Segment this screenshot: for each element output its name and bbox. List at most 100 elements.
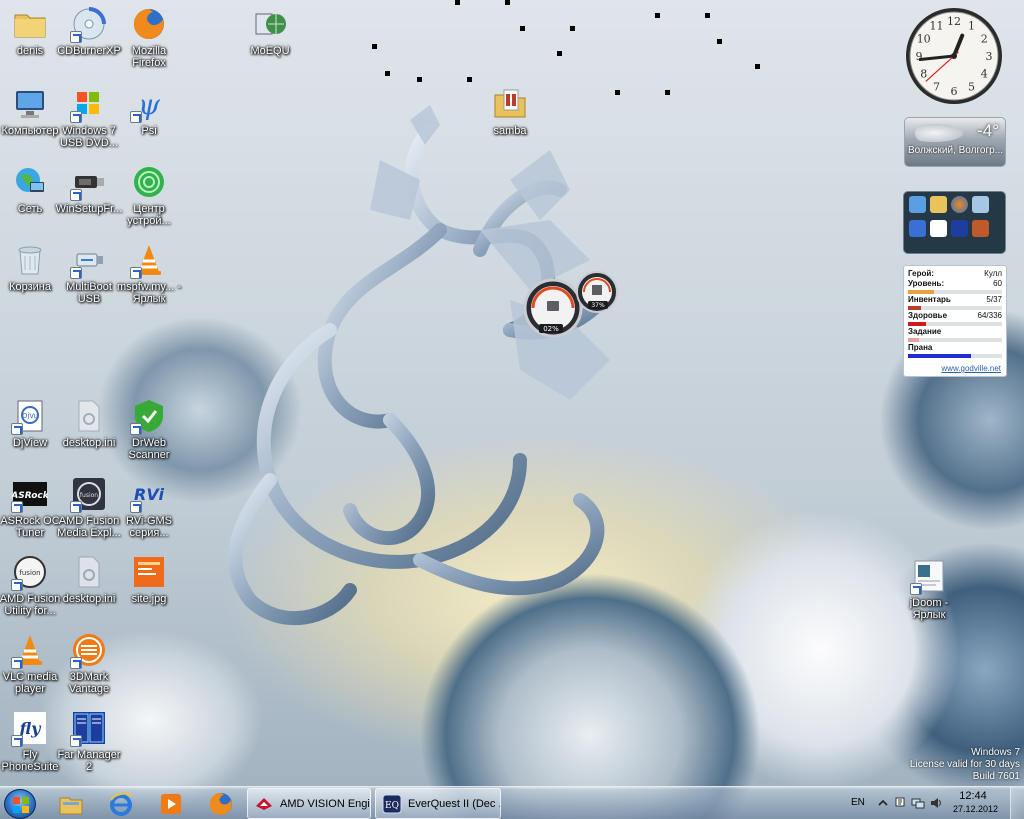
- inventory-label: Инвентарь: [908, 295, 951, 304]
- artifact-dot: [455, 0, 460, 5]
- artifact-dot: [505, 0, 510, 5]
- desktop-icon-jdoom[interactable]: jDoom - Ярлык: [893, 558, 965, 632]
- language-indicator[interactable]: EN: [851, 797, 865, 808]
- weather-gadget[interactable]: -4° Волжский, Волгогр...: [904, 117, 1006, 167]
- artifact-dot: [557, 51, 562, 56]
- taskbar-task-amd-vision[interactable]: AMD VISION Engi...: [247, 788, 371, 819]
- djview-icon: DjVu: [11, 398, 48, 435]
- show-hidden-icons-icon[interactable]: [876, 796, 890, 810]
- prana-label: Прана: [908, 343, 933, 352]
- amd-vision-icon: [256, 797, 272, 810]
- media-player-icon: [161, 793, 181, 814]
- launcher-app-icon[interactable]: [972, 220, 989, 237]
- cpu-meter-gadget[interactable]: 02% 37%: [520, 268, 620, 338]
- cpu-icon: [547, 301, 559, 311]
- moequ-icon: [252, 6, 288, 42]
- clock-numeral: 2: [981, 33, 988, 46]
- samba-folder-icon: [492, 86, 528, 122]
- desktop-icon-label: samba: [493, 125, 527, 137]
- desktop-icon-label: Psi: [141, 125, 157, 137]
- taskbar-task-everquest[interactable]: EQ EverQuest II (Dec ...: [375, 788, 501, 819]
- vlc-shortcut-icon: [130, 242, 167, 279]
- cpu-usage-value: 02%: [543, 325, 559, 333]
- launcher-doc-icon[interactable]: [930, 220, 947, 237]
- firefox-icon: [131, 6, 167, 42]
- taskbar-explorer-button[interactable]: [46, 788, 96, 819]
- artifact-dot: [665, 90, 670, 95]
- clock-numeral: 7: [933, 80, 940, 93]
- desktop-icon-label: jDoom - Ярлык: [909, 597, 949, 621]
- level-bar: [908, 290, 1002, 294]
- watermark-license: License valid for 30 days: [909, 759, 1020, 770]
- action-center-icon[interactable]: [893, 796, 907, 810]
- start-button[interactable]: [4, 789, 36, 819]
- cdburner-icon: [70, 6, 107, 43]
- taskbar-firefox-button[interactable]: [196, 788, 246, 819]
- everquest-icon: EQ: [382, 794, 402, 813]
- taskbar-ie-button[interactable]: [96, 788, 146, 819]
- clock-numeral: 9: [916, 50, 923, 63]
- desktop-icon-label: DrWeb Scanner: [128, 437, 170, 461]
- artifact-dot: [755, 64, 760, 69]
- artifact-dot: [385, 71, 390, 76]
- level-label: Уровень:: [908, 279, 945, 288]
- quest-row: Задание: [908, 327, 1002, 337]
- desktop-icon-device-center[interactable]: Центр устрой...: [113, 164, 185, 238]
- desktop-icon-samba[interactable]: samba: [474, 86, 546, 160]
- launcher-computer-icon[interactable]: [909, 196, 926, 213]
- ie-icon: [110, 792, 133, 816]
- desktop-icon-far-manager[interactable]: Far Manager 2: [53, 710, 125, 784]
- asrock-icon: ASRock: [11, 476, 48, 513]
- launcher-folder-icon[interactable]: [930, 196, 947, 213]
- system-clock[interactable]: 12:44 27.12.2012: [953, 790, 999, 816]
- inventory-row: Инвентарь 5/37: [908, 295, 1002, 305]
- launcher-psi-icon[interactable]: [909, 220, 926, 237]
- image-file-icon: [131, 554, 167, 590]
- desktop-icon-label: mspfw.my... - Ярлык: [117, 281, 181, 305]
- godville-link[interactable]: www.godville.net: [941, 364, 1001, 373]
- godville-gadget[interactable]: Герой: Кулл Уровень: 60 Инвентарь 5/37 Здор…: [903, 265, 1007, 377]
- desktop-icon-vlc-shortcut[interactable]: mspfw.my... - Ярлык: [113, 242, 185, 316]
- fly-phonesuite-icon: fly: [11, 710, 48, 747]
- ini-file-icon: [71, 554, 107, 590]
- volume-icon[interactable]: [929, 796, 943, 810]
- jdoom-icon: [910, 558, 947, 595]
- app-launcher-gadget[interactable]: [903, 191, 1006, 254]
- amd-fusion-media-icon: fusion: [70, 476, 107, 513]
- ram-usage-value: 37%: [591, 302, 605, 309]
- network-icon: [12, 164, 48, 200]
- prana-bar: [908, 354, 1002, 358]
- desktop-icon-moequ[interactable]: MoEQU: [234, 6, 306, 80]
- clock-gadget[interactable]: 1234567891011 12: [904, 6, 1004, 106]
- multiboot-usb-icon: [70, 242, 107, 279]
- desktop-icon-rvi[interactable]: RVi RVi-GMS серия...: [113, 476, 185, 550]
- health-label: Здоровье: [908, 311, 948, 320]
- launcher-network-icon[interactable]: [972, 196, 989, 213]
- artifact-dot: [705, 13, 710, 18]
- health-row: Здоровье 64/336: [908, 311, 1002, 321]
- system-date: 27.12.2012: [953, 804, 999, 814]
- desktop-icon-3dmark[interactable]: 3DMark Vantage: [53, 632, 125, 706]
- launcher-firefox-icon[interactable]: [951, 196, 968, 213]
- launcher-far-icon[interactable]: [951, 220, 968, 237]
- winsetup-icon: [70, 164, 107, 201]
- desktop-icon-drweb[interactable]: DrWeb Scanner: [113, 398, 185, 472]
- clock-numeral: 1: [968, 20, 975, 33]
- inventory-bar: [908, 306, 1002, 310]
- watermark-build: Build 7601: [972, 771, 1020, 782]
- show-desktop-button[interactable]: [1010, 787, 1024, 819]
- taskbar-media-player-button[interactable]: [146, 788, 196, 819]
- network-tray-icon[interactable]: [911, 796, 925, 810]
- desktop-icon-firefox[interactable]: Mozilla Firefox: [113, 6, 185, 80]
- artifact-dot: [615, 90, 620, 95]
- computer-icon: [12, 86, 48, 122]
- health-bar: [908, 322, 1002, 326]
- desktop-icon-site-jpg[interactable]: site.jpg: [113, 554, 185, 628]
- device-center-icon: [131, 164, 167, 200]
- desktop-icon-psi[interactable]: ψ Psi: [113, 86, 185, 160]
- system-time: 12:44: [959, 790, 987, 802]
- firefox-icon: [209, 792, 232, 815]
- quest-bar: [908, 338, 1002, 342]
- desktop-icon-label: Mozilla Firefox: [131, 45, 167, 69]
- weather-temperature: -4°: [977, 121, 999, 140]
